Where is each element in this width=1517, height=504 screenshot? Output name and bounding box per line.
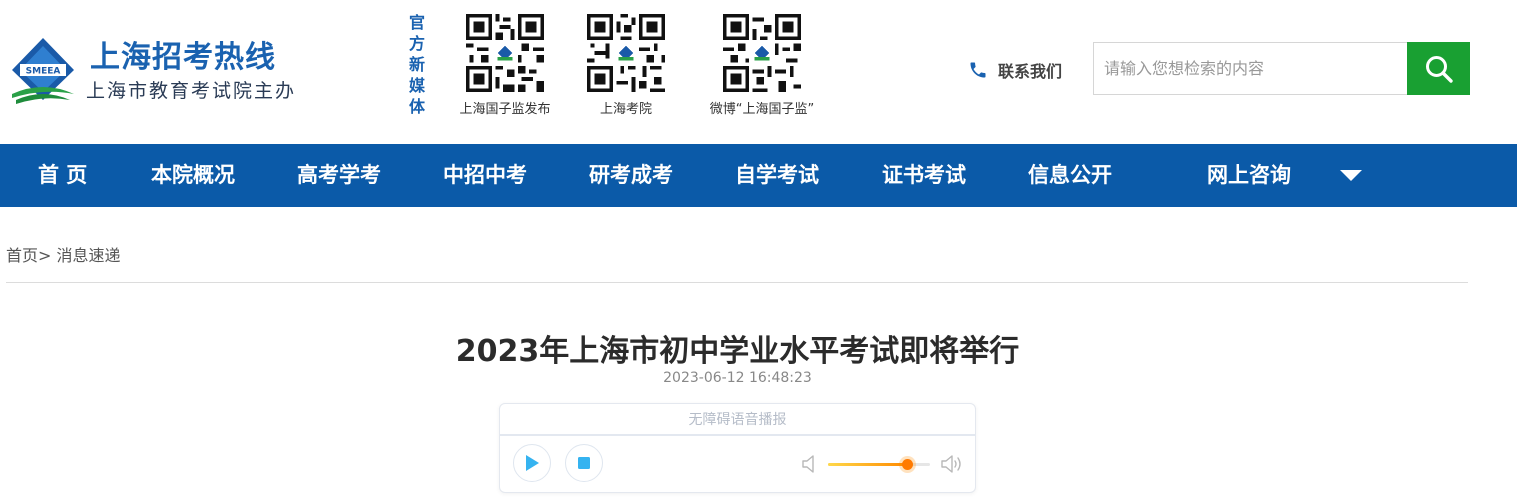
main-nav: 首 页 本院概况 高考学考 中招中考 研考成考 自学考试 证书考试 信息公开 网… [0,144,1517,207]
search-icon [1425,55,1453,83]
divider [6,282,1468,283]
article-date: 2023-06-12 16:48:23 [663,370,812,386]
stop-button[interactable] [565,444,603,482]
qr-caption: 上海考院 [599,102,652,117]
phone-icon [970,62,986,78]
nav-item-certificate[interactable]: 证书考试 [882,144,966,207]
volume-fill [828,463,907,466]
nav-item-consult[interactable]: 网上咨询 [1207,144,1291,207]
nav-item-postgrad[interactable]: 研考成考 [589,144,673,207]
contact-us-label: 联系我们 [998,62,1063,81]
site-logo[interactable]: SMEEA 上海招考热线 上海市教育考试院主办 [8,30,298,110]
qr-code-weibo[interactable]: 微博“上海国子监” [687,14,837,117]
qr-code-icon [587,14,665,92]
logo-subtitle: 上海市教育考试院主办 [86,80,297,102]
nav-item-about[interactable]: 本院概况 [151,144,235,207]
article-title: 2023年上海市初中学业水平考试即将举行 [455,334,1020,369]
breadcrumb-home[interactable]: 首页 [6,246,38,265]
search-button[interactable] [1407,42,1470,95]
contact-us-link[interactable]: 联系我们 [968,58,1062,82]
volume-slider[interactable] [828,459,930,470]
nav-item-self-study[interactable]: 自学考试 [735,144,819,207]
volume-high-icon[interactable] [941,454,963,474]
qr-code-icon [466,14,544,92]
logo-emblem-icon: SMEEA [12,38,74,104]
accessibility-audio-player: 无障碍语音播报 [499,403,976,493]
nav-item-home[interactable]: 首 页 [38,144,87,207]
volume-handle[interactable] [901,459,913,470]
volume-low-icon[interactable] [802,454,816,474]
search-input[interactable] [1093,42,1407,95]
logo-emblem-text: SMEEA [26,67,61,77]
official-media-label: 官方新媒体 [408,13,425,116]
nav-item-disclosure[interactable]: 信息公开 [1028,144,1112,207]
qr-code-icon [723,14,801,92]
breadcrumb: 首页> 消息速递 [6,242,121,266]
chevron-down-icon[interactable] [1340,170,1362,181]
nav-item-zhongkao[interactable]: 中招中考 [443,144,527,207]
nav-item-gaokao[interactable]: 高考学考 [297,144,381,207]
play-icon [526,455,539,471]
site-header: SMEEA 上海招考热线 上海市教育考试院主办 官方新媒体 上海国子监发布 上海… [0,0,1517,144]
logo-title: 上海招考热线 [90,40,276,75]
qr-code-exam-institute[interactable]: 上海考院 [551,14,701,117]
player-title: 无障碍语音播报 [500,404,975,436]
qr-caption: 微博“上海国子监” [709,102,815,117]
breadcrumb-current[interactable]: 消息速递 [57,246,121,265]
breadcrumb-separator: > [38,246,52,265]
stop-icon [578,457,590,469]
play-button[interactable] [513,444,551,482]
search-bar [1093,42,1470,95]
